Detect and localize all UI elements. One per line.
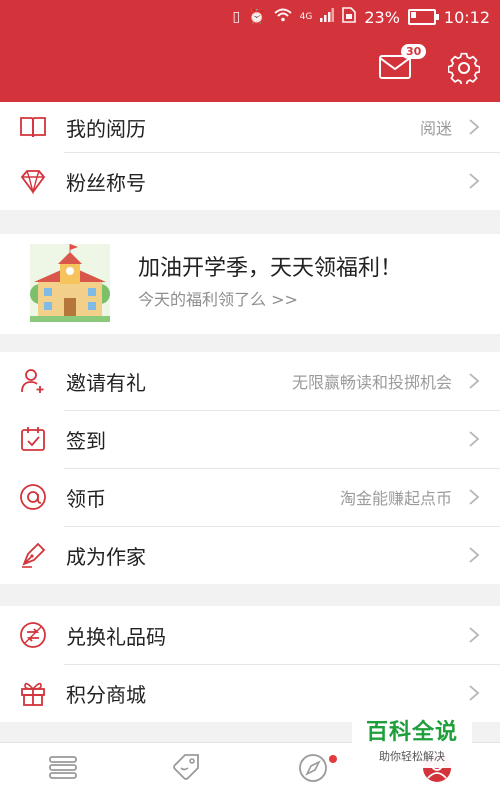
school-building-image — [30, 244, 110, 322]
status-bar: ▯ ⏰ 4G 23% 10:12 — [0, 0, 500, 34]
chevron-right-icon — [469, 547, 480, 563]
row-hint: 淘金能赚起点币 — [339, 489, 452, 508]
row-label: 领币 — [66, 486, 106, 511]
row-coins[interactable]: 领币 淘金能赚起点币 — [0, 468, 500, 526]
row-reading-history[interactable]: 我的阅历 阅迷 — [0, 102, 500, 152]
tag-icon — [173, 754, 199, 780]
row-hint: 无限赢畅读和投掷机会 — [291, 373, 452, 392]
row-label: 粉丝称号 — [66, 170, 146, 195]
gift-icon — [21, 682, 45, 706]
book-icon — [20, 117, 46, 138]
row-checkin[interactable]: 签到 — [0, 410, 500, 468]
gear-icon — [447, 52, 481, 86]
compass-icon — [299, 754, 327, 782]
vibrate-icon: ▯ — [232, 9, 241, 25]
row-hint: 阅迷 — [419, 119, 452, 138]
chevron-right-icon — [469, 173, 480, 189]
tab-bookshelf[interactable] — [46, 751, 80, 785]
row-label: 邀请有礼 — [66, 370, 146, 395]
chevron-right-icon — [469, 119, 480, 135]
row-invite[interactable]: 邀请有礼 无限赢畅读和投掷机会 — [0, 352, 500, 410]
chevron-right-icon — [469, 489, 480, 505]
chevron-right-icon — [469, 685, 480, 701]
row-label: 签到 — [66, 428, 106, 453]
wifi-icon — [273, 8, 292, 26]
tab-store[interactable] — [170, 751, 204, 785]
bookshelf-icon — [49, 756, 77, 779]
header: 30 — [0, 34, 500, 102]
promo-title: 加油开学季，天天领福利！ — [138, 256, 403, 281]
mail-badge: 30 — [401, 44, 427, 59]
row-label: 我的阅历 — [66, 116, 146, 141]
add-user-icon — [21, 369, 44, 393]
promo-banner[interactable]: 加油开学季，天天领福利！ 今天的福利领了么 >> — [0, 234, 500, 334]
network-label: 4G — [299, 12, 313, 22]
chevron-right-icon — [469, 627, 480, 643]
sim-icon — [342, 7, 357, 27]
group-profile: 我的阅历 阅迷 粉丝称号 — [0, 102, 500, 210]
row-redeem-code[interactable]: 兑换礼品码 — [0, 606, 500, 664]
chevron-right-icon — [469, 373, 480, 389]
group-activities: 邀请有礼 无限赢畅读和投掷机会 签到 领币 淘金能赚起点币 成为作家 — [0, 352, 500, 584]
redeem-icon — [20, 622, 46, 648]
battery-percent: 23% — [364, 7, 400, 27]
clock-time: 10:12 — [443, 7, 490, 27]
settings-button[interactable] — [447, 52, 481, 86]
signal-icon — [320, 8, 335, 26]
watermark: 百科全说 助你轻松解决 — [352, 708, 472, 768]
watermark-subtitle: 助你轻松解决 — [379, 750, 445, 763]
watermark-title: 百科全说 — [365, 720, 458, 745]
promo-subtitle[interactable]: 今天的福利领了么 >> — [138, 286, 298, 310]
calendar-check-icon — [21, 427, 45, 451]
row-label: 成为作家 — [66, 544, 146, 569]
battery-icon — [407, 9, 439, 25]
chevron-right-icon — [469, 431, 480, 447]
row-label: 积分商城 — [66, 682, 146, 707]
pen-icon — [22, 542, 46, 568]
row-label: 兑换礼品码 — [66, 624, 166, 649]
group-rewards: 兑换礼品码 积分商城 — [0, 606, 500, 722]
notification-dot — [329, 755, 337, 763]
row-fan-title[interactable]: 粉丝称号 — [0, 152, 500, 210]
alarm-icon: ⏰ — [248, 9, 266, 25]
diamond-icon — [20, 170, 46, 195]
coin-icon — [20, 484, 46, 510]
tab-discover[interactable] — [296, 751, 330, 785]
row-become-author[interactable]: 成为作家 — [0, 526, 500, 584]
